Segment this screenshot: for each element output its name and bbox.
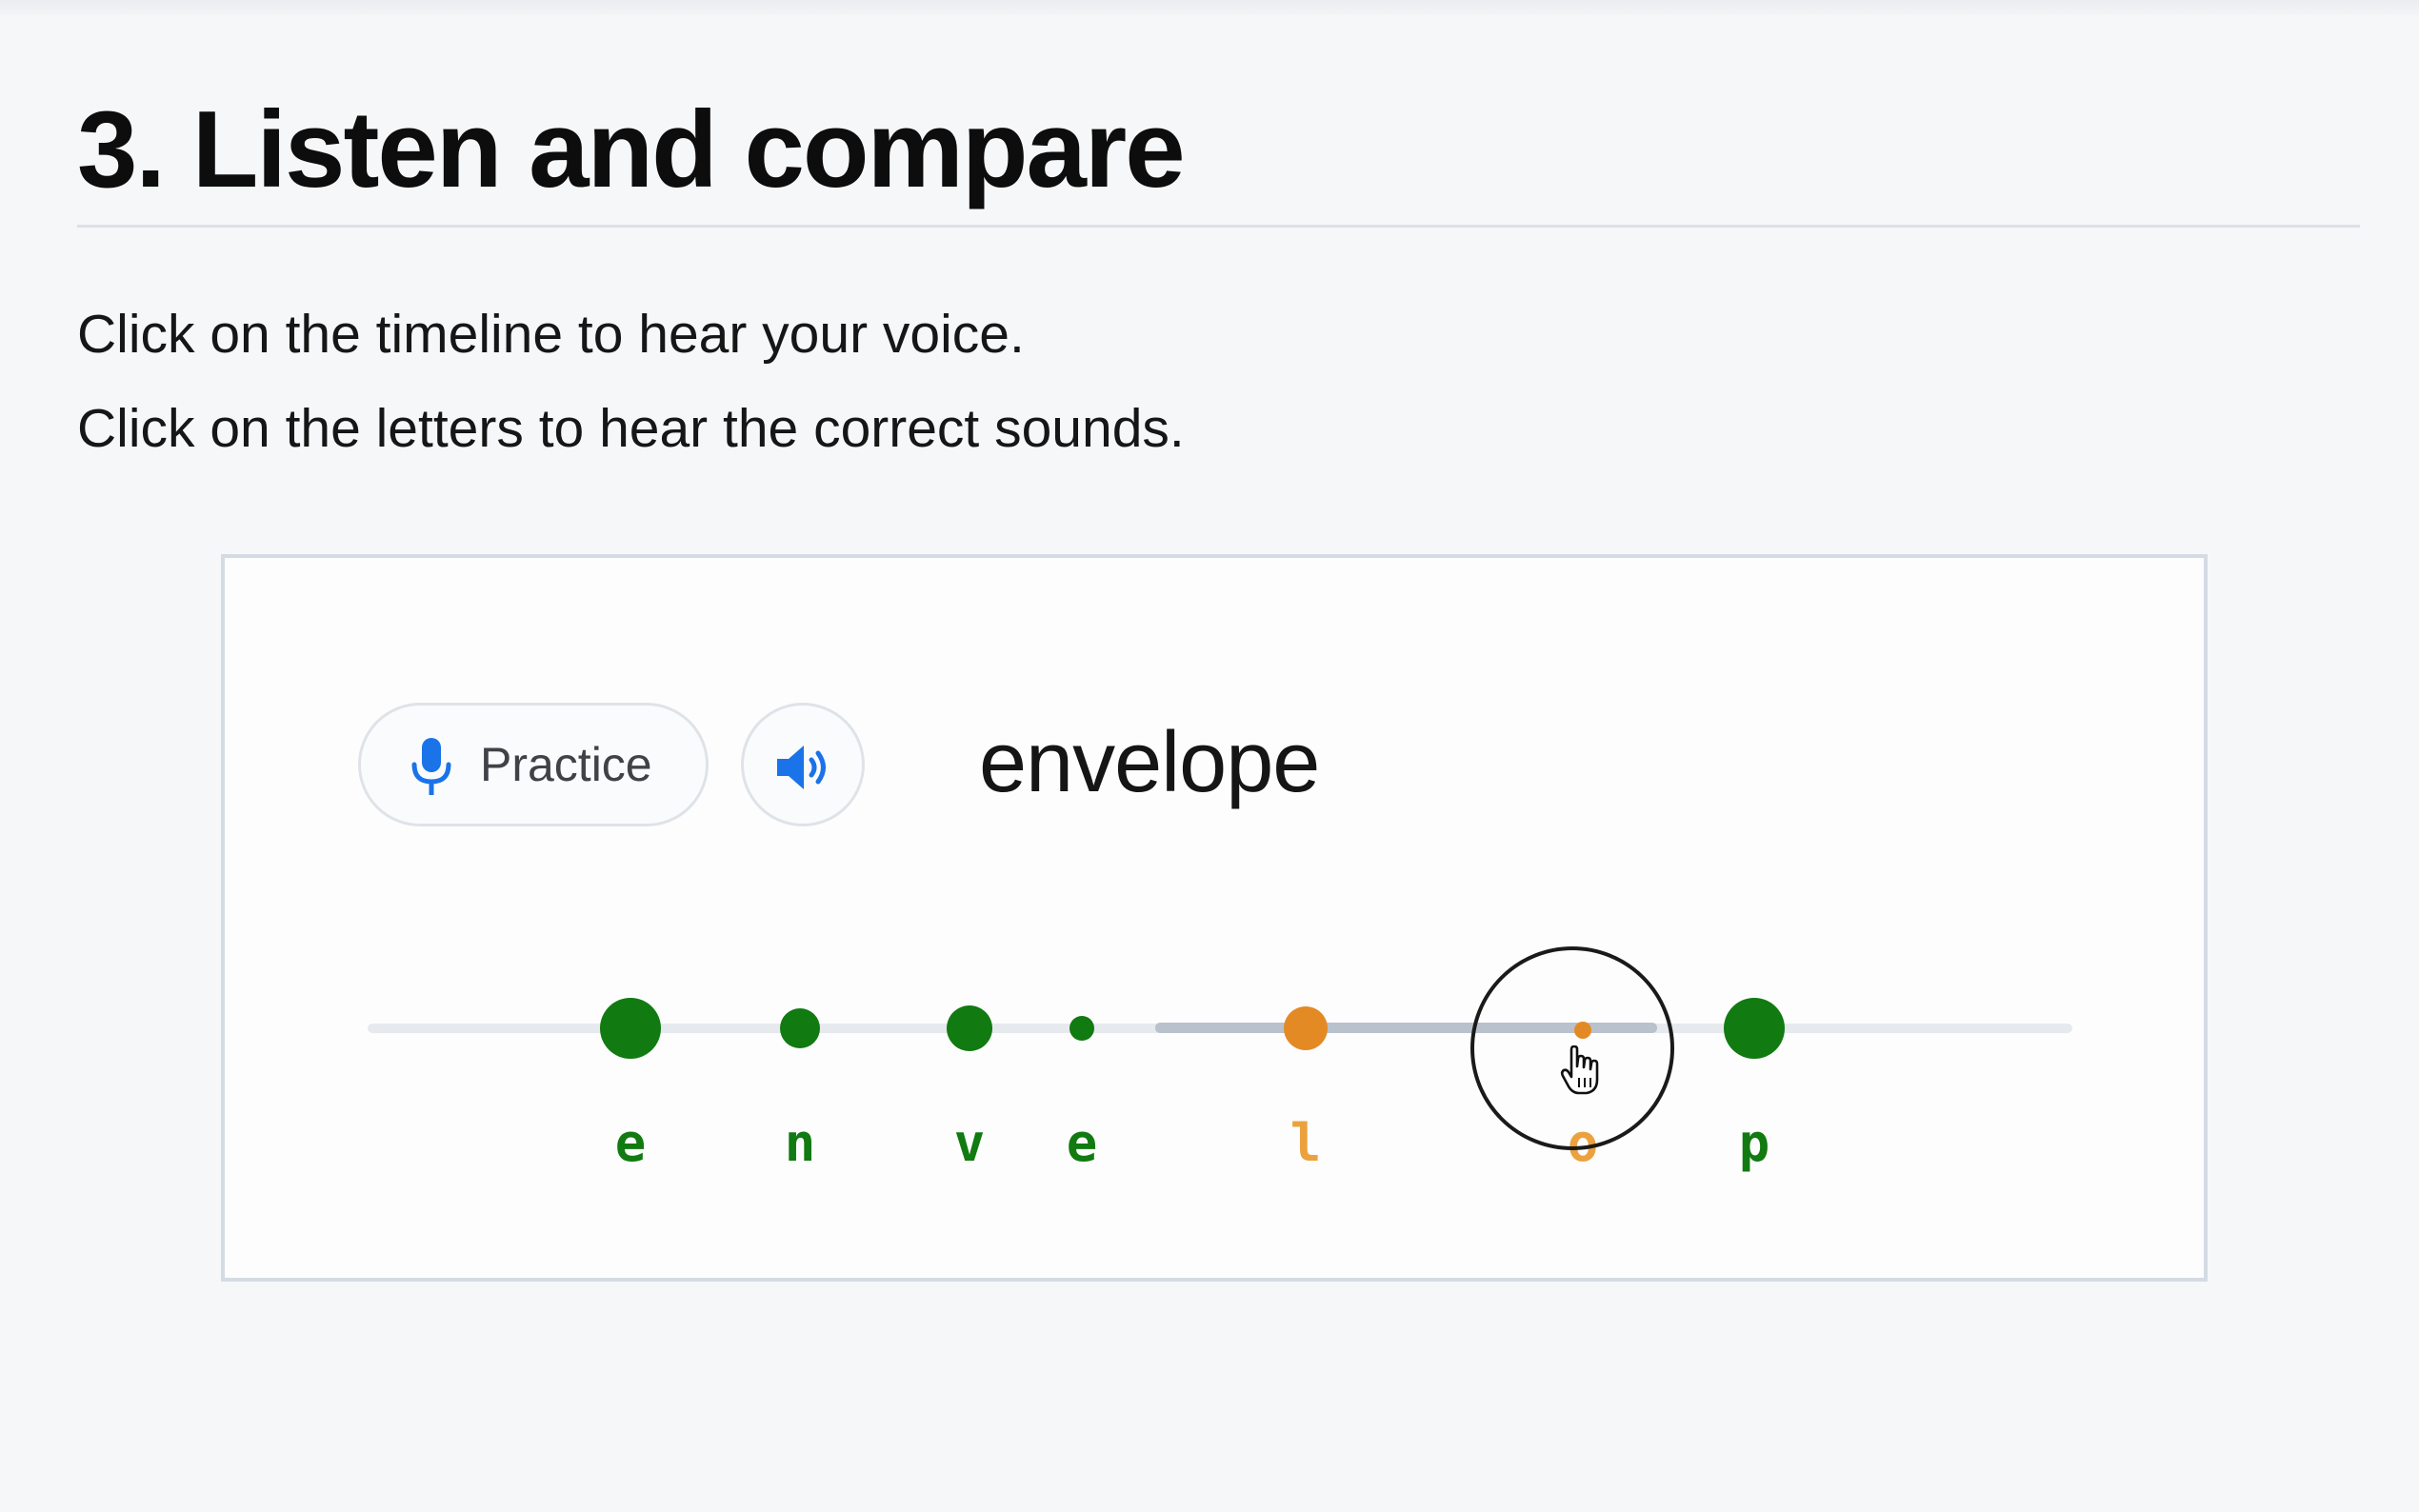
pronunciation-timeline[interactable]: e n v e l o p bbox=[225, 558, 2204, 1278]
letter-e[interactable]: e bbox=[615, 1110, 647, 1177]
letter-p[interactable]: p bbox=[1739, 1110, 1770, 1177]
hand-pointer-icon bbox=[1560, 1045, 1599, 1095]
title-divider bbox=[77, 225, 2360, 228]
pronunciation-widget: Practice envelope e n v e l o p bbox=[221, 554, 2208, 1282]
timeline-dot-p[interactable] bbox=[1724, 998, 1785, 1059]
browser-top-strip bbox=[0, 0, 2419, 15]
letter-n[interactable]: n bbox=[785, 1110, 816, 1177]
timeline-dot-e2[interactable] bbox=[1070, 1016, 1094, 1041]
timeline-dot-l[interactable] bbox=[1284, 1006, 1328, 1050]
instruction-letters: Click on the letters to hear the correct… bbox=[77, 398, 1185, 459]
timeline-dot-v[interactable] bbox=[947, 1005, 992, 1051]
section-title: 3. Listen and compare bbox=[77, 90, 1186, 210]
letter-v[interactable]: v bbox=[954, 1110, 986, 1177]
instruction-timeline: Click on the timeline to hear your voice… bbox=[77, 304, 1025, 365]
timeline-dot-n[interactable] bbox=[780, 1008, 820, 1048]
letter-l[interactable]: l bbox=[1290, 1110, 1322, 1177]
letter-e2[interactable]: e bbox=[1067, 1110, 1098, 1177]
timeline-dot-e[interactable] bbox=[600, 998, 661, 1059]
